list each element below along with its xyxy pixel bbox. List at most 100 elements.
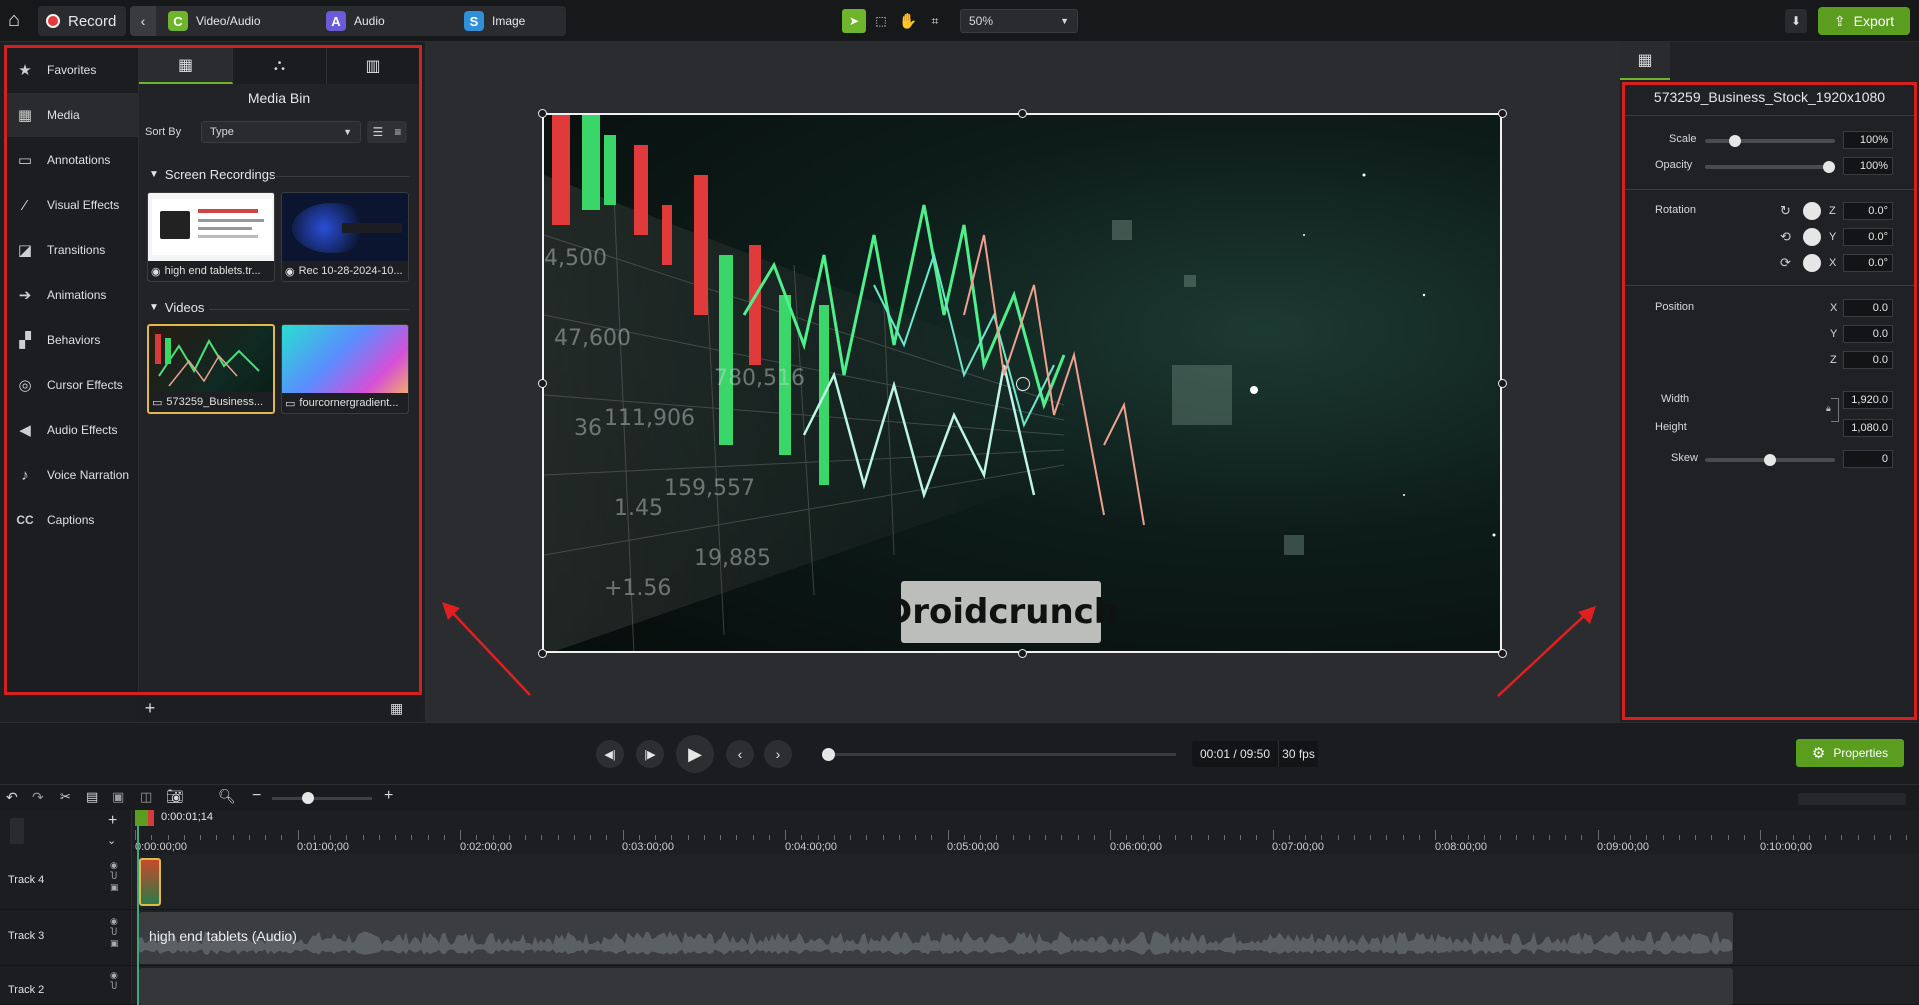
rotation-y-input[interactable]: 0.0° xyxy=(1843,228,1893,246)
zoom-slider-knob[interactable] xyxy=(302,792,314,804)
camera-icon[interactable]: 📷︎ xyxy=(166,788,184,805)
sidebar-item-media[interactable]: ▦ Media xyxy=(7,93,139,137)
tab-library[interactable]: ⛬ xyxy=(233,48,327,84)
zoom-icon[interactable]: 🔍︎ xyxy=(218,788,236,805)
scrubber-knob[interactable] xyxy=(822,748,835,761)
track-2-clip[interactable] xyxy=(139,968,1733,1005)
rotation-y-dial[interactable] xyxy=(1803,228,1821,246)
track-controls-icons[interactable]: ◉ Ⴎ xyxy=(110,970,118,992)
position-z-input[interactable]: 0.0 xyxy=(1843,351,1893,369)
rotation-z-dial[interactable] xyxy=(1803,202,1821,220)
sidebar-item-visual-effects[interactable]: ⁄ Visual Effects xyxy=(7,183,139,227)
opacity-slider[interactable] xyxy=(1705,165,1835,169)
audio-clip[interactable]: high end tablets (Audio) xyxy=(139,912,1733,964)
timeline-scroll[interactable] xyxy=(1798,793,1906,805)
rotation-x-input[interactable]: 0.0° xyxy=(1843,254,1893,272)
chevron-left-icon[interactable]: ‹ xyxy=(130,6,156,36)
crop-tool-icon[interactable]: ⌗ xyxy=(923,9,947,33)
resize-handle-r[interactable] xyxy=(1498,379,1507,388)
previous-button[interactable]: ‹ xyxy=(726,740,754,768)
zoom-select[interactable]: 50% ▼ xyxy=(960,9,1078,33)
rotation-z-input[interactable]: 0.0° xyxy=(1843,202,1893,220)
resize-handle-t[interactable] xyxy=(1018,109,1027,118)
media-thumb-fourcornergradient[interactable]: ▭ fourcornergradient... xyxy=(281,324,409,414)
sidebar-item-label: Cursor Effects xyxy=(47,378,123,392)
width-input[interactable]: 1,920.0 xyxy=(1843,391,1893,409)
tab-image[interactable]: S Image xyxy=(464,11,525,31)
sidebar-item-cursor-effects[interactable]: ◎ Cursor Effects xyxy=(7,363,139,407)
tab-visual-properties[interactable]: ▦ xyxy=(1620,42,1670,80)
scale-slider[interactable] xyxy=(1705,139,1835,143)
track-controls-icons[interactable]: ◉ Ⴎ ▣ xyxy=(110,860,119,893)
lock-icon[interactable]: 🔒︎ xyxy=(1826,403,1831,414)
scrubber-track[interactable] xyxy=(822,753,1176,756)
hand-tool-icon[interactable]: ✋ xyxy=(896,9,920,33)
sidebar-item-audio-effects[interactable]: ◀ Audio Effects xyxy=(7,408,139,452)
video-clip[interactable] xyxy=(139,858,161,906)
resize-handle-tr[interactable] xyxy=(1498,109,1507,118)
zoom-out-icon[interactable]: − xyxy=(252,787,261,805)
redo-icon[interactable]: ↷ xyxy=(32,789,44,806)
sidebar-item-captions[interactable]: CC Captions xyxy=(7,498,139,542)
position-y-input[interactable]: 0.0 xyxy=(1843,325,1893,343)
resize-handle-tl[interactable] xyxy=(538,109,547,118)
next-button[interactable]: › xyxy=(764,740,792,768)
media-thumb-business-stock[interactable]: ▭ 573259_Business... xyxy=(147,324,275,414)
opacity-input[interactable]: 100% xyxy=(1843,157,1893,175)
transform-tool-icon[interactable]: ⬚ xyxy=(869,9,893,33)
opacity-slider-knob[interactable] xyxy=(1823,161,1835,173)
track-header: Track 2 ◉ Ⴎ xyxy=(0,966,132,1004)
scale-slider-knob[interactable] xyxy=(1728,135,1741,147)
frame-forward-button[interactable]: |▶ xyxy=(636,740,664,768)
split-icon[interactable]: ◫ xyxy=(140,789,152,805)
center-handle[interactable] xyxy=(1016,377,1030,391)
resize-handle-l[interactable] xyxy=(538,379,547,388)
export-button[interactable]: ⇪ Export xyxy=(1818,7,1910,35)
section-screen-recordings[interactable]: ▼ Screen Recordings xyxy=(149,167,275,182)
add-media-icon[interactable]: + xyxy=(140,699,160,719)
export-label: Export xyxy=(1853,13,1895,29)
media-thumb-high-end-tablets[interactable]: ◉ high end tablets.tr... xyxy=(147,192,275,282)
tab-audio[interactable]: A Audio xyxy=(326,11,385,31)
playhead-end-marker[interactable] xyxy=(148,810,154,826)
scale-input[interactable]: 100% xyxy=(1843,131,1893,149)
add-track-icon[interactable]: + xyxy=(108,812,117,830)
sidebar-item-annotations[interactable]: ▭ Annotations xyxy=(7,138,139,182)
record-button[interactable]: Record xyxy=(38,6,126,36)
zoom-slider[interactable] xyxy=(272,797,372,800)
skew-input[interactable]: 0 xyxy=(1843,450,1893,468)
track-controls-icons[interactable]: ◉ Ⴎ ▣ xyxy=(110,916,119,949)
home-icon[interactable]: ⌂ xyxy=(8,10,30,32)
undo-icon[interactable]: ↶ xyxy=(6,789,18,806)
step-back-button[interactable]: ◀| xyxy=(596,740,624,768)
sidebar-item-voice-narration[interactable]: ♪ Voice Narration xyxy=(7,453,139,497)
sidebar-item-transitions[interactable]: ◪ Transitions xyxy=(7,228,139,272)
rotation-x-dial[interactable] xyxy=(1803,254,1821,272)
position-x-input[interactable]: 0.0 xyxy=(1843,299,1893,317)
zoom-in-icon[interactable]: + xyxy=(384,787,393,805)
track-size-slider[interactable] xyxy=(10,818,24,844)
media-thumb-rec[interactable]: ◉ Rec 10-28-2024-10... xyxy=(281,192,409,282)
sidebar-item-behaviors[interactable]: ▞ Behaviors xyxy=(7,318,139,362)
paste-icon[interactable]: ▣ xyxy=(112,789,124,805)
download-icon[interactable]: ⬇ xyxy=(1785,9,1807,33)
cut-icon[interactable]: ✂ xyxy=(60,789,71,805)
resize-handle-b[interactable] xyxy=(1018,649,1027,658)
sidebar-item-animations[interactable]: ➔ Animations xyxy=(7,273,139,317)
properties-button[interactable]: ⚙ Properties xyxy=(1796,739,1904,767)
film-icon: ▭ xyxy=(285,397,296,410)
chevron-down-icon[interactable]: ⌄ xyxy=(107,834,116,847)
tab-media-bin[interactable]: ▦ xyxy=(139,48,233,84)
tab-video-audio[interactable]: C Video/Audio xyxy=(168,11,261,31)
sort-select[interactable]: Type ▼ xyxy=(201,121,361,143)
play-button[interactable]: ▶ xyxy=(676,735,714,773)
tab-books[interactable]: ▥ xyxy=(327,48,419,84)
height-input[interactable]: 1,080.0 xyxy=(1843,419,1893,437)
section-videos[interactable]: ▼ Videos xyxy=(149,300,204,315)
view-options[interactable]: ☰ ≡ xyxy=(367,121,407,143)
sidebar-item-favorites[interactable]: ★ Favorites xyxy=(7,48,139,92)
select-tool-icon[interactable]: ➤ xyxy=(842,9,866,33)
grid-view-icon[interactable]: ▦ xyxy=(390,700,416,720)
skew-slider-knob[interactable] xyxy=(1764,454,1776,466)
copy-icon[interactable]: ▤ xyxy=(86,789,98,805)
